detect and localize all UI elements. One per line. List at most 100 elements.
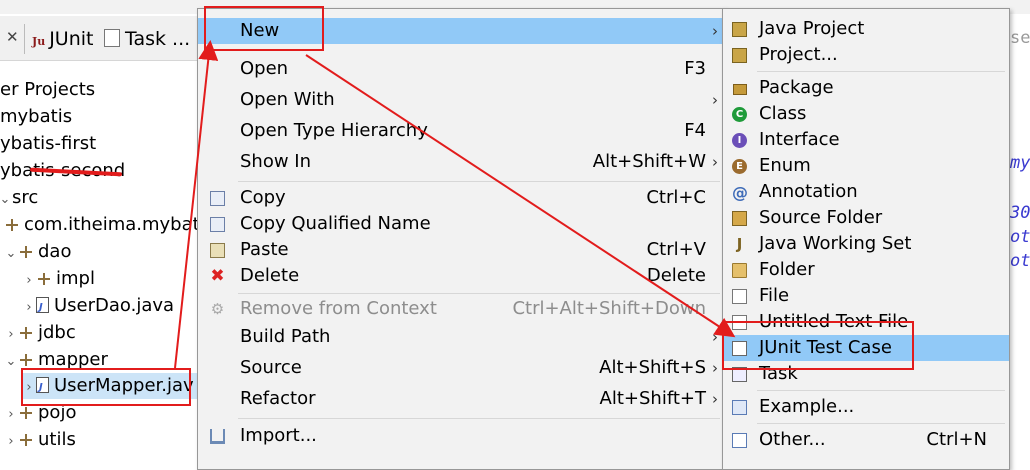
- menu-separator: [238, 293, 720, 294]
- menu-item-label: Delete: [240, 265, 300, 286]
- tab-junit[interactable]: Ju JUnit: [32, 24, 93, 54]
- tree-item-label: mybatis: [0, 106, 73, 127]
- menu-item-label: Refactor: [240, 388, 316, 409]
- tree-item[interactable]: › jdbc: [4, 320, 76, 348]
- submenu-item-package[interactable]: Package: [723, 75, 1009, 101]
- close-icon[interactable]: ✕: [6, 28, 19, 46]
- menu-item-label: Other...: [759, 429, 826, 450]
- menu-item-build-path[interactable]: Build Path ›: [198, 324, 724, 350]
- menu-item-copy[interactable]: Copy Ctrl+C: [198, 185, 724, 211]
- menu-item-label: Class: [759, 103, 807, 124]
- annotation-box-new: [204, 6, 324, 51]
- tree-item[interactable]: er Projects: [0, 77, 95, 103]
- tree-item[interactable]: com.itheima.mybati: [4, 212, 205, 238]
- tree-item[interactable]: ⌄ dao: [4, 239, 72, 267]
- menu-item-label: Project...: [759, 44, 838, 65]
- shortcut-label: Delete: [646, 265, 706, 286]
- tree-item-label: mapper: [38, 348, 108, 370]
- chevron-down-icon[interactable]: ⌄: [0, 187, 12, 213]
- submenu-item-project[interactable]: Project...: [723, 42, 1009, 68]
- tab-separator: [24, 24, 25, 54]
- package-icon: [20, 433, 32, 446]
- shortcut-label: Ctrl+V: [646, 239, 706, 260]
- tree-item-label: jdbc: [38, 322, 76, 343]
- editor-fragment: ot: [1010, 227, 1030, 247]
- editor-fragment: my: [1010, 153, 1030, 173]
- delete-icon: ✖: [210, 266, 225, 286]
- tab-task-label: Task ...: [125, 28, 191, 50]
- tree-item-label: utils: [38, 428, 76, 450]
- remove-from-context-icon: ⚙: [210, 300, 225, 318]
- chevron-right-icon[interactable]: ›: [4, 402, 18, 428]
- chevron-right-icon[interactable]: ›: [22, 295, 36, 321]
- menu-separator: [757, 423, 1005, 424]
- menu-item-label: Java Working Set: [759, 233, 912, 254]
- menu-item-open[interactable]: Open F3: [198, 56, 724, 82]
- menu-item-open-type-hierarchy[interactable]: Open Type Hierarchy F4: [198, 118, 724, 144]
- shortcut-label: F3: [684, 58, 706, 79]
- tree-item[interactable]: › impl: [22, 266, 95, 292]
- package-icon: [20, 407, 32, 420]
- tree-item[interactable]: › utils: [4, 427, 76, 455]
- submenu-item-java-project[interactable]: Java Project: [723, 16, 1009, 42]
- tree-item[interactable]: mybatis: [0, 104, 72, 130]
- menu-item-import[interactable]: Import...: [198, 423, 724, 449]
- shortcut-label: F4: [684, 120, 706, 141]
- menu-item-remove-from-context[interactable]: ⚙ Remove from Context Ctrl+Alt+Shift+Dow…: [198, 296, 724, 322]
- tree-item-label: er Projects: [0, 79, 96, 100]
- file-icon: [732, 289, 747, 304]
- tree-item[interactable]: ⌄src: [0, 185, 38, 211]
- submenu-item-interface[interactable]: I Interface: [723, 127, 1009, 153]
- submenu-item-java-working-set[interactable]: J Java Working Set: [723, 231, 1009, 257]
- submenu-item-file[interactable]: File: [723, 283, 1009, 309]
- chevron-down-icon[interactable]: ⌄: [4, 349, 18, 375]
- menu-item-delete[interactable]: ✖ Delete Delete: [198, 263, 724, 289]
- chevron-right-icon: ›: [712, 328, 718, 346]
- menu-item-open-with[interactable]: Open With ›: [198, 87, 724, 113]
- chevron-right-icon[interactable]: ›: [4, 429, 18, 455]
- tab-task[interactable]: Task ...: [104, 24, 190, 54]
- chevron-right-icon[interactable]: ›: [22, 268, 36, 294]
- tree-item-file[interactable]: › UserDao.java: [22, 293, 175, 321]
- project-icon: [732, 48, 747, 63]
- shortcut-label: Ctrl+C: [646, 187, 706, 208]
- enum-icon: E: [732, 159, 747, 174]
- import-icon: [210, 429, 225, 444]
- chevron-down-icon[interactable]: ⌄: [4, 241, 18, 267]
- tree-item[interactable]: ybatis-first: [0, 131, 96, 157]
- tree-item-label: ybatis-first: [0, 133, 97, 154]
- menu-item-paste[interactable]: Paste Ctrl+V: [198, 237, 724, 263]
- paste-icon: [210, 243, 225, 258]
- submenu-item-other[interactable]: Other... Ctrl+N: [723, 427, 1009, 453]
- menu-separator: [757, 390, 1005, 391]
- chevron-right-icon[interactable]: ›: [4, 322, 18, 348]
- menu-item-source[interactable]: Source Alt+Shift+S ›: [198, 355, 724, 381]
- chevron-right-icon: ›: [712, 22, 718, 40]
- menu-item-label: Copy Qualified Name: [240, 213, 431, 234]
- submenu-item-enum[interactable]: E Enum: [723, 153, 1009, 179]
- menu-item-copy-qualified-name[interactable]: Copy Qualified Name: [198, 211, 724, 237]
- shortcut-label: Alt+Shift+W: [592, 151, 706, 172]
- shortcut-label: Ctrl+N: [926, 429, 987, 450]
- tree-item-label: UserDao.java: [54, 295, 175, 316]
- submenu-item-source-folder[interactable]: Source Folder: [723, 205, 1009, 231]
- package-icon: [20, 327, 32, 339]
- submenu-item-folder[interactable]: Folder: [723, 257, 1009, 283]
- menu-item-show-in[interactable]: Show In Alt+Shift+W ›: [198, 149, 724, 175]
- submenu-item-annotation[interactable]: @ Annotation: [723, 179, 1009, 205]
- shortcut-label: Alt+Shift+T: [599, 388, 706, 409]
- package-icon: [38, 273, 50, 285]
- annotation-box-junit: [722, 321, 914, 370]
- submenu-item-example[interactable]: Example...: [723, 394, 1009, 420]
- menu-item-label: Source Folder: [759, 207, 883, 228]
- menu-item-refactor[interactable]: Refactor Alt+Shift+T ›: [198, 386, 724, 412]
- editor-fragment: 30: [1010, 203, 1030, 223]
- menu-item-label: Open With: [240, 89, 335, 110]
- menu-separator: [238, 181, 720, 182]
- java-file-icon: [36, 295, 49, 321]
- chevron-right-icon: ›: [712, 153, 718, 171]
- menu-item-label: Folder: [759, 259, 815, 280]
- submenu-item-class[interactable]: C Class: [723, 101, 1009, 127]
- tab-junit-label: JUnit: [49, 28, 94, 50]
- menu-item-label: Interface: [759, 129, 840, 150]
